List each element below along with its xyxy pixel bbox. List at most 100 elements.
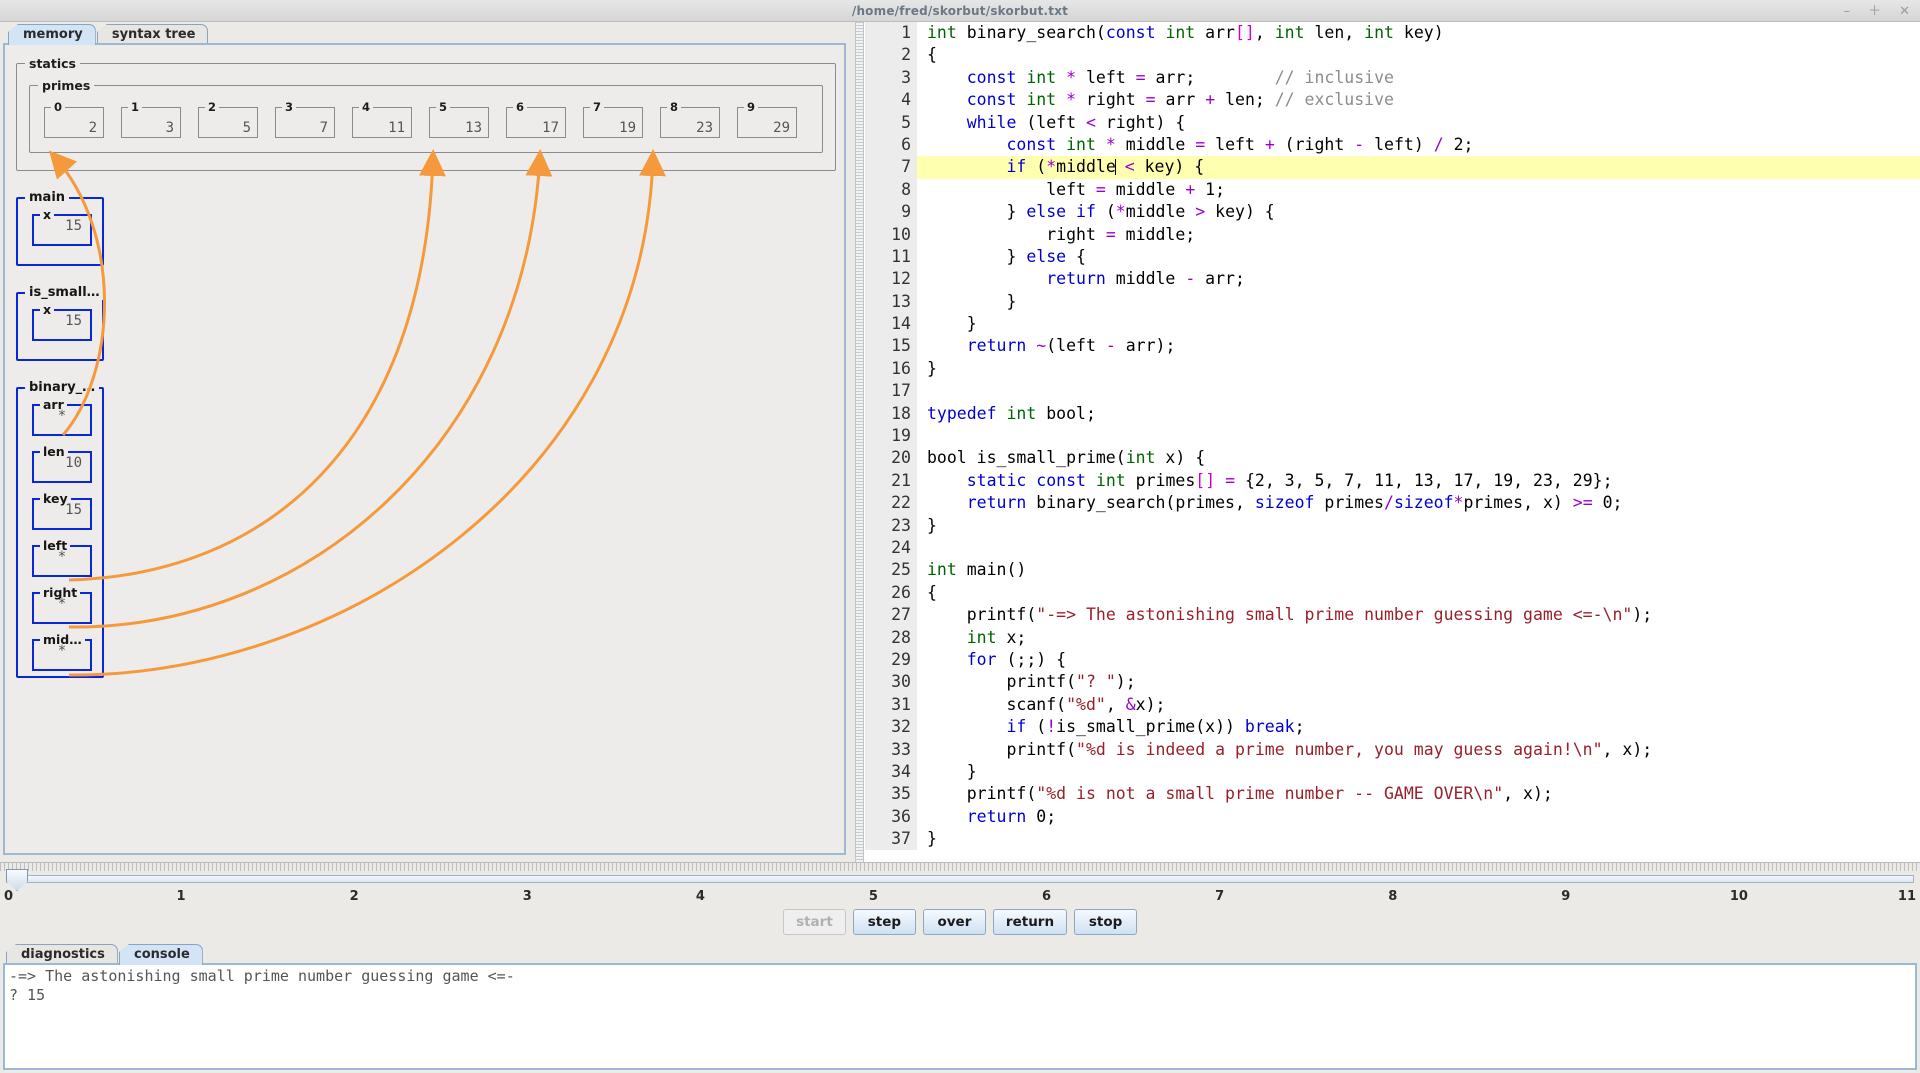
code-line[interactable]: 12 return middle - arr; — [865, 268, 1920, 291]
line-number: 9 — [865, 201, 917, 224]
frame-label: binary_… — [25, 380, 100, 395]
line-number: 16 — [865, 357, 917, 381]
variable-name: x — [40, 207, 55, 222]
code-line[interactable]: 27 printf("-=> The astonishing small pri… — [865, 604, 1920, 627]
variable-value: * — [57, 643, 67, 659]
slider-focus-dots — [0, 863, 1920, 871]
step-button[interactable]: step — [852, 909, 916, 935]
code-line[interactable]: 35 printf("%d is not a small prime numbe… — [865, 783, 1920, 806]
array-value: 7 — [319, 120, 328, 136]
timeline-slider-thumb[interactable] — [6, 869, 28, 891]
line-number: 13 — [865, 290, 917, 314]
code-line[interactable]: 34 } — [865, 760, 1920, 784]
code-line[interactable]: 24 — [865, 536, 1920, 560]
code-line[interactable]: 15 return ~(left - arr); — [865, 335, 1920, 358]
array-cell[interactable]: 7 19 — [583, 100, 643, 138]
close-icon[interactable]: ✕ — [1899, 5, 1910, 18]
array-cell[interactable]: 4 11 — [352, 100, 412, 138]
code-line[interactable]: 5 while (left < right) { — [865, 111, 1920, 134]
code-line[interactable]: 33 printf("%d is indeed a prime number, … — [865, 738, 1920, 761]
console-output[interactable]: -=> The astonishing small prime number g… — [3, 963, 1917, 1070]
variable-box[interactable]: x 15 — [32, 302, 92, 341]
over-button[interactable]: over — [922, 909, 986, 935]
line-number: 1 — [865, 22, 917, 45]
code-line[interactable]: 29 for (;;) { — [865, 648, 1920, 672]
statics-group: statics primes 0 2 1 3 2 5 3 7 4 11 5 13… — [16, 56, 836, 171]
code-line[interactable]: 6 const int * middle = left + (right - l… — [865, 133, 1920, 157]
code-line[interactable]: 25 int main() — [865, 559, 1920, 582]
code-line[interactable]: 32 if (!is_small_prime(x)) break; — [865, 716, 1920, 739]
line-number: 32 — [865, 716, 917, 739]
variable-value: * — [57, 408, 67, 424]
code-line[interactable]: 18 typedef int bool; — [865, 402, 1920, 426]
array-value: 23 — [696, 120, 713, 136]
split-pane-divider[interactable] — [855, 22, 864, 862]
code-line[interactable]: 28 int x; — [865, 626, 1920, 649]
array-index: 7 — [590, 100, 605, 114]
variable-box[interactable]: key 15 — [32, 491, 92, 530]
array-cell[interactable]: 0 2 — [44, 100, 104, 138]
stack-frame-binary-search: binary_… arr * len 10 key 15 left * righ… — [16, 380, 104, 678]
tab-memory[interactable]: memory — [8, 24, 96, 45]
code-line[interactable]: 20 bool is_small_prime(int x) { — [865, 447, 1920, 470]
code-line[interactable]: 4 const int * right = arr + len; // excl… — [865, 89, 1920, 112]
code-line[interactable]: 21 static const int primes[] = {2, 3, 5,… — [865, 469, 1920, 493]
code-line-text: { — [927, 45, 937, 65]
array-cell[interactable]: 5 13 — [429, 100, 489, 138]
minimize-icon[interactable]: – — [1844, 5, 1851, 18]
variable-box[interactable]: mid… * — [32, 632, 92, 671]
tab-syntax-tree[interactable]: syntax tree — [96, 24, 209, 45]
code-line[interactable]: 23} — [865, 514, 1920, 537]
code-line[interactable]: 26 { — [865, 581, 1920, 605]
code-line[interactable]: 2{ — [865, 44, 1920, 67]
code-line[interactable]: 30 printf("? "); — [865, 671, 1920, 694]
timeline-slider-track[interactable] — [6, 875, 1914, 883]
code-line[interactable]: 22 return binary_search(primes, sizeof p… — [865, 492, 1920, 515]
code-line-text: if (!is_small_prime(x)) break; — [1006, 717, 1305, 737]
code-line-text: } — [927, 515, 937, 535]
array-value: 11 — [388, 120, 405, 136]
variable-value: * — [57, 596, 67, 612]
array-cell[interactable]: 2 5 — [198, 100, 258, 138]
code-line[interactable]: 31 scanf("%d", &x); — [865, 693, 1920, 717]
code-line[interactable]: 10 right = middle; — [865, 223, 1920, 246]
start-button[interactable]: start — [782, 909, 846, 935]
code-line[interactable]: 7 if (*middle < key) { — [865, 156, 1920, 179]
code-line-text: } — [927, 291, 1017, 311]
code-line-text: static const int primes[] = {2, 3, 5, 7,… — [966, 470, 1613, 490]
code-line[interactable]: 9 } else if (*middle > key) { — [865, 201, 1920, 224]
variable-box[interactable]: x 15 — [32, 207, 92, 246]
code-line-text: for (;;) { — [966, 649, 1067, 669]
array-cell[interactable]: 8 23 — [660, 100, 720, 138]
code-line[interactable]: 19 — [865, 425, 1920, 448]
code-line[interactable]: 11 } else { — [865, 245, 1920, 269]
variable-box[interactable]: right * — [32, 585, 92, 624]
array-cell[interactable]: 1 3 — [121, 100, 181, 138]
code-text-area[interactable]: 1 int binary_search(const int arr[], int … — [865, 22, 1920, 862]
code-line[interactable]: 3 const int * left = arr; // inclusive — [865, 66, 1920, 90]
array-value: 2 — [88, 120, 97, 136]
code-line[interactable]: 16} — [865, 357, 1920, 381]
return-button[interactable]: return — [992, 909, 1068, 935]
tab-diagnostics[interactable]: diagnostics — [6, 944, 118, 965]
variable-box[interactable]: len 10 — [32, 444, 92, 483]
variable-box[interactable]: arr * — [32, 397, 92, 436]
code-line[interactable]: 37} — [865, 828, 1920, 851]
variable-box[interactable]: left * — [32, 538, 92, 577]
code-line-text: return 0; — [966, 806, 1057, 826]
code-line-text: const int * left = arr; // inclusive — [966, 67, 1394, 87]
code-line[interactable]: 14 } — [865, 313, 1920, 336]
maximize-icon[interactable]: ＋ — [1868, 5, 1881, 18]
array-cell[interactable]: 6 17 — [506, 100, 566, 138]
array-cell[interactable]: 3 7 — [275, 100, 335, 138]
tab-console[interactable]: console — [118, 944, 203, 965]
array-cell[interactable]: 9 29 — [737, 100, 797, 138]
stop-button[interactable]: stop — [1074, 909, 1138, 935]
code-line[interactable]: 8 left = middle + 1; — [865, 178, 1920, 202]
code-line[interactable]: 17 — [865, 380, 1920, 403]
code-line-text: } else if (*middle > key) { — [927, 202, 1275, 222]
code-line[interactable]: 36 return 0; — [865, 805, 1920, 829]
code-line[interactable]: 1 int binary_search(const int arr[], int … — [865, 22, 1920, 45]
code-line[interactable]: 13 } — [865, 290, 1920, 314]
line-number: 15 — [865, 335, 917, 358]
